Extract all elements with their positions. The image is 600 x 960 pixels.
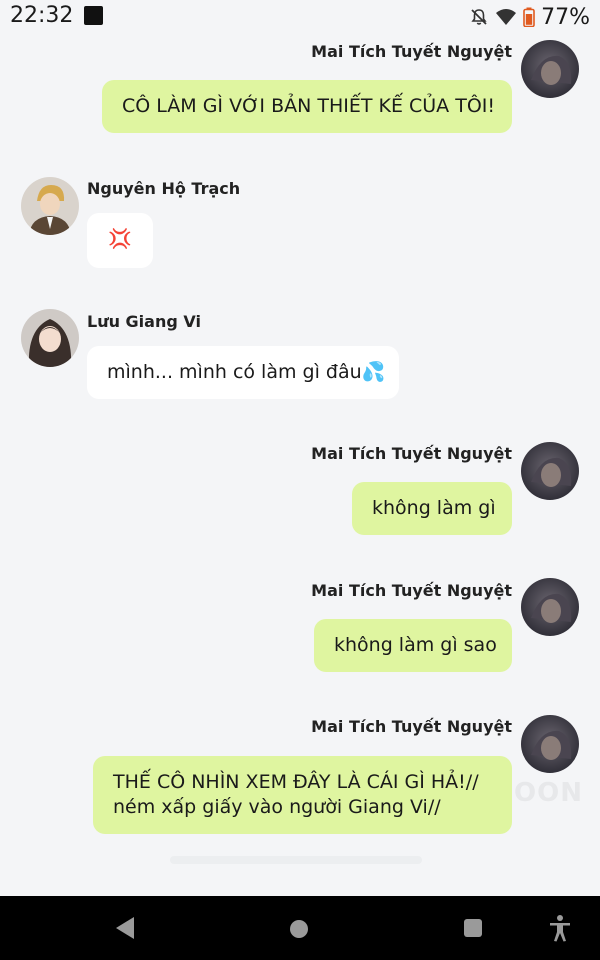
sender-name: Mai Tích Tuyết Nguyệt	[311, 42, 512, 61]
avatar[interactable]	[521, 578, 579, 636]
message-bubble[interactable]: không làm gì	[352, 482, 512, 535]
message-text: không làm gì	[372, 497, 496, 519]
home-icon[interactable]	[288, 918, 310, 944]
status-bar: 22:32 77%	[0, 0, 600, 34]
accessibility-icon[interactable]	[548, 914, 572, 946]
notification-app-icon	[84, 6, 103, 25]
message-text: ném xấp giấy vào người Giang Vi//	[113, 796, 441, 818]
avatar[interactable]	[21, 177, 79, 235]
sender-name: Mai Tích Tuyết Nguyệt	[311, 717, 512, 736]
message-bubble[interactable]: mình... mình có làm gì đâu💦	[87, 346, 399, 399]
sender-name: Mai Tích Tuyết Nguyệt	[311, 581, 512, 600]
message-text: CÔ LÀM GÌ VỚI BẢN THIẾT KẾ CỦA TÔI!	[122, 95, 495, 117]
message-text: 💢	[108, 228, 132, 250]
chat-thread[interactable]: Mai Tích Tuyết Nguyệt CÔ LÀM GÌ VỚI BẢN …	[0, 34, 600, 896]
avatar[interactable]	[521, 40, 579, 98]
message-text: THẾ CÔ NHÌN XEM ĐÂY LÀ CÁI GÌ HẢ!//	[113, 771, 479, 793]
battery-icon	[523, 7, 535, 27]
wifi-icon	[496, 9, 517, 25]
watermark: OON	[514, 778, 583, 808]
navigation-bar	[0, 896, 600, 960]
scroll-hint	[170, 856, 422, 864]
message-text: không làm gì sao	[334, 634, 497, 656]
sender-name: Lưu Giang Vi	[87, 312, 201, 331]
back-icon[interactable]	[112, 914, 138, 946]
recents-icon[interactable]	[462, 917, 484, 943]
notifications-muted-icon	[471, 9, 487, 25]
status-icons: 77%	[469, 4, 590, 30]
battery-percent: 77%	[541, 4, 590, 30]
sender-name: Mai Tích Tuyết Nguyệt	[311, 444, 512, 463]
message-bubble[interactable]: THẾ CÔ NHÌN XEM ĐÂY LÀ CÁI GÌ HẢ!// ném …	[93, 756, 512, 834]
message-text: mình... mình có làm gì đâu💦	[107, 361, 386, 383]
avatar[interactable]	[21, 309, 79, 367]
sender-name: Nguyên Hộ Trạch	[87, 179, 241, 198]
message-bubble[interactable]: 💢	[87, 213, 153, 268]
avatar[interactable]	[521, 715, 579, 773]
avatar[interactable]	[521, 442, 579, 500]
status-time: 22:32	[10, 3, 74, 28]
message-bubble[interactable]: không làm gì sao	[314, 619, 512, 672]
message-bubble[interactable]: CÔ LÀM GÌ VỚI BẢN THIẾT KẾ CỦA TÔI!	[102, 80, 512, 133]
